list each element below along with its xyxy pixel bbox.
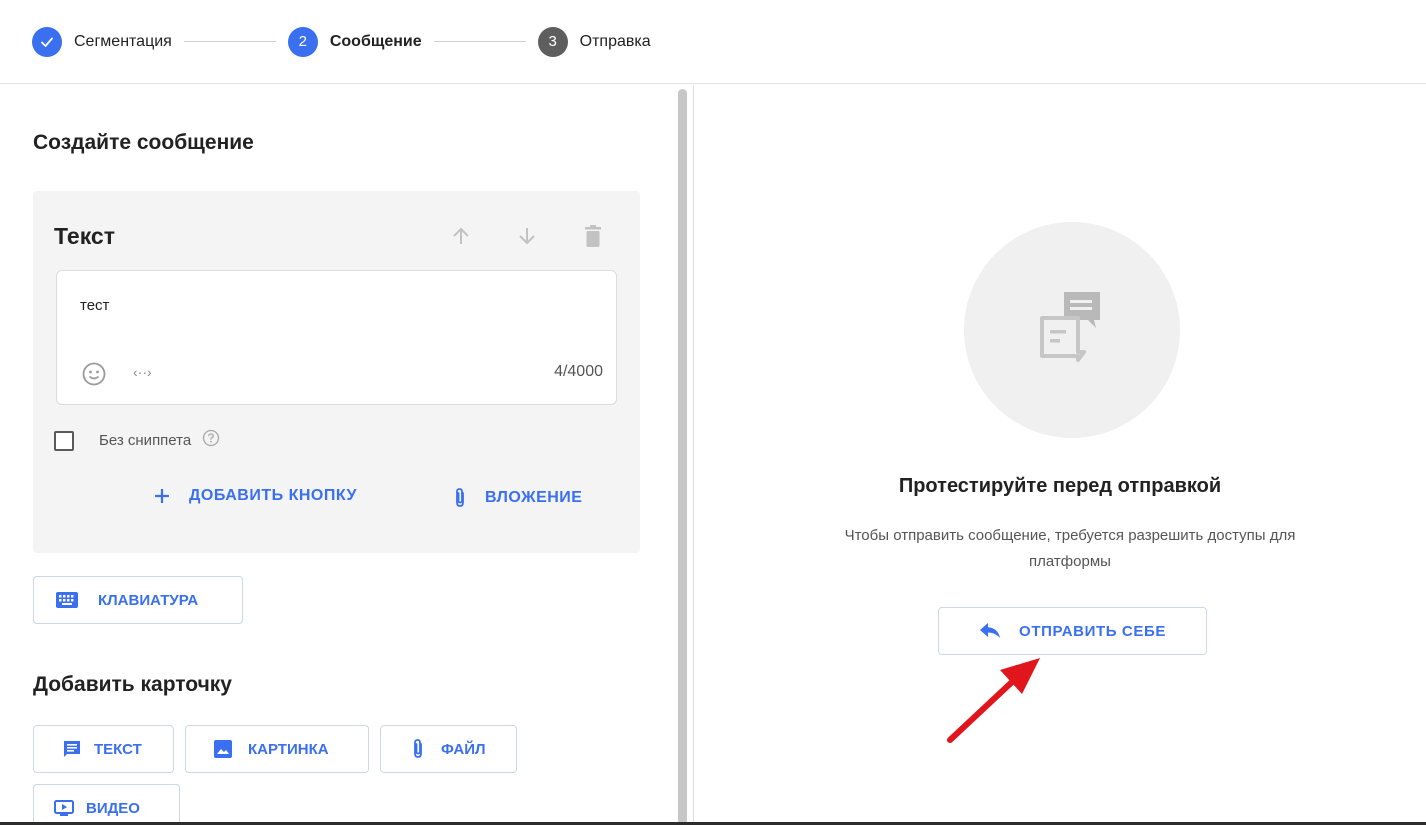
chat-illustration-icon xyxy=(1040,292,1100,362)
emoji-button[interactable] xyxy=(81,361,107,392)
step-number: 2 xyxy=(287,26,318,57)
test-description: Чтобы отправить сообщение, требуется раз… xyxy=(844,527,1296,570)
add-file-card-button[interactable]: ФАЙЛ xyxy=(380,725,517,773)
add-file-card-label: ФАЙЛ xyxy=(441,740,486,758)
keyboard-label: КЛАВИАТУРА xyxy=(98,591,199,609)
add-button-button[interactable]: ДОБАВИТЬ КНОПКУ xyxy=(153,487,357,505)
annotation-arrow-icon xyxy=(947,658,1040,743)
paperclip-icon xyxy=(414,739,422,758)
video-icon xyxy=(54,800,74,816)
arrow-up-icon xyxy=(453,227,469,244)
message-icon xyxy=(64,741,80,757)
arrow-down-icon xyxy=(519,228,535,245)
step-send[interactable]: 3 Отправка xyxy=(537,26,651,57)
image-icon xyxy=(214,740,232,758)
illustration xyxy=(964,222,1180,438)
keyboard-button[interactable]: КЛАВИАТУРА xyxy=(33,576,243,624)
step-done-badge xyxy=(32,26,62,57)
add-button-label: ДОБАВИТЬ КНОПКУ xyxy=(189,487,357,504)
card-actions xyxy=(444,219,610,253)
step-connector xyxy=(183,41,276,42)
step-segmentation[interactable]: Сегментация xyxy=(32,26,172,57)
add-card-title: Добавить карточку xyxy=(33,673,232,696)
attachment-label: ВЛОЖЕНИЕ xyxy=(485,489,583,506)
add-video-card-button[interactable]: ВИДЕО xyxy=(33,784,180,825)
step-connector xyxy=(433,41,526,42)
stepper: Сегментация 2 Сообщение 3 Отправка xyxy=(0,0,1426,84)
test-panel: Протестируйте перед отправкой Чтобы отпр… xyxy=(694,85,1426,825)
add-text-card-label: ТЕКСТ xyxy=(94,740,142,758)
trash-icon xyxy=(585,225,601,247)
move-up-button[interactable] xyxy=(444,219,478,253)
emoji-icon xyxy=(82,362,106,386)
message-text-input[interactable]: тест ‹··› 4/4000 xyxy=(56,270,617,405)
char-counter: 4/4000 xyxy=(554,363,603,380)
delete-button[interactable] xyxy=(576,219,610,253)
step-label: Сообщение xyxy=(329,32,422,50)
paperclip-icon xyxy=(456,488,464,507)
keyboard-icon xyxy=(56,592,78,608)
add-image-card-button[interactable]: КАРТИНКА xyxy=(185,725,369,773)
test-title: Протестируйте перед отправкой xyxy=(898,475,1222,497)
step-label: Отправка xyxy=(579,32,651,50)
reply-icon xyxy=(980,623,1001,638)
help-icon[interactable] xyxy=(202,429,220,452)
add-video-card-label: ВИДЕО xyxy=(86,799,140,817)
check-icon xyxy=(41,37,53,47)
step-message[interactable]: 2 Сообщение xyxy=(287,26,422,57)
message-editor-panel: Создайте сообщение Текст тест ‹··› 4/400… xyxy=(0,85,674,825)
no-snippet-option[interactable]: Без сниппета xyxy=(54,429,220,452)
text-card: Текст тест ‹··› 4/4000 Без сниппета ДОБА… xyxy=(33,191,640,553)
plus-icon xyxy=(155,489,169,503)
scrollbar-thumb[interactable] xyxy=(678,89,687,825)
page-title: Создайте сообщение xyxy=(33,131,254,154)
card-title: Текст xyxy=(54,223,115,249)
add-image-card-label: КАРТИНКА xyxy=(248,740,329,758)
variable-icon[interactable]: ‹··› xyxy=(133,364,152,380)
no-snippet-label: Без сниппета xyxy=(99,432,192,449)
step-number: 3 xyxy=(537,26,568,57)
attachment-button[interactable]: ВЛОЖЕНИЕ xyxy=(453,487,582,509)
add-text-card-button[interactable]: ТЕКСТ xyxy=(33,725,174,773)
no-snippet-checkbox[interactable] xyxy=(54,430,74,451)
send-to-self-button[interactable]: ОТПРАВИТЬ СЕБЕ xyxy=(938,607,1207,655)
step-label: Сегментация xyxy=(74,32,172,50)
message-text-value[interactable]: тест xyxy=(80,297,109,314)
send-to-self-label: ОТПРАВИТЬ СЕБЕ xyxy=(1019,622,1166,640)
move-down-button[interactable] xyxy=(510,219,544,253)
